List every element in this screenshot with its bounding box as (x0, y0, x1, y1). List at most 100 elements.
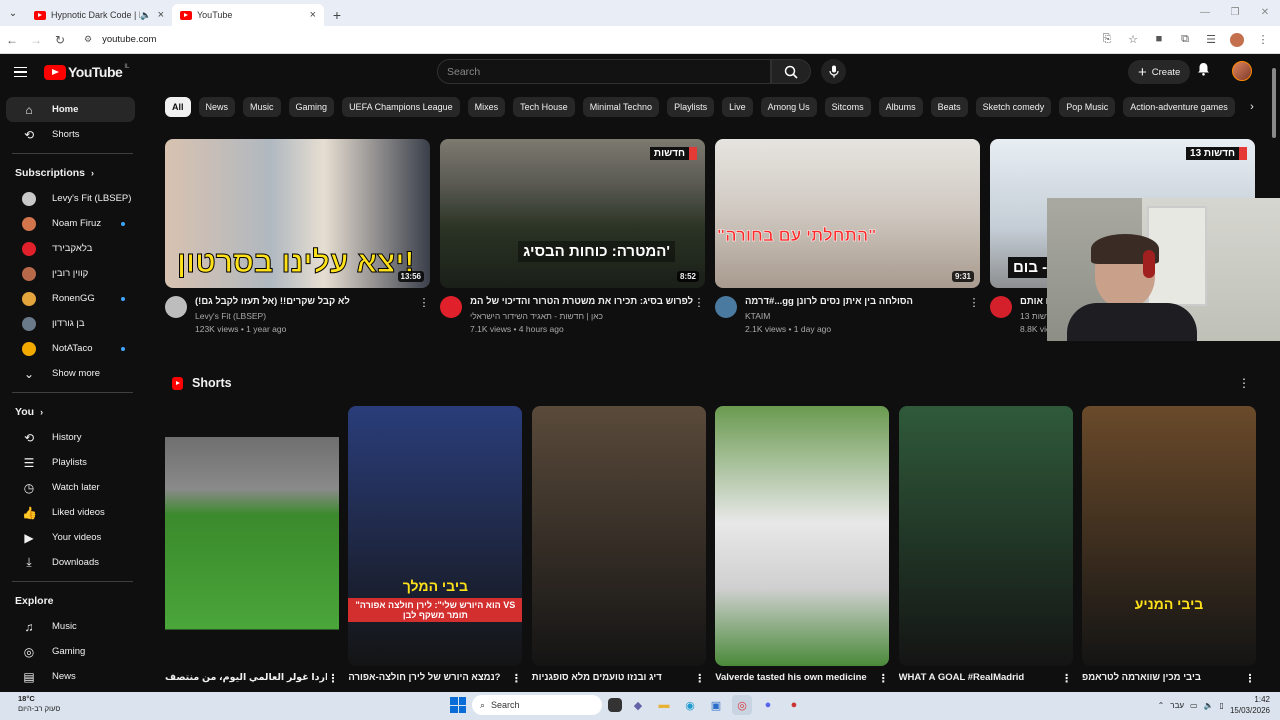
windows-start-icon[interactable] (450, 697, 466, 713)
channel-avatar[interactable] (715, 296, 737, 318)
short-title[interactable]: Valverde tasted his own medicine (715, 672, 877, 685)
video-title[interactable]: לא קבל שקרים!! (אל תעזו לקבל גם!) (195, 296, 418, 308)
sidebar-item-downloads[interactable]: ⤓ Downloads (6, 550, 135, 575)
filter-chip[interactable]: Among Us (760, 97, 817, 117)
tab-search-icon[interactable]: ⌄ (0, 0, 26, 26)
filter-chip[interactable]: Pop Music (1059, 97, 1116, 117)
minimize-icon[interactable]: — (1190, 0, 1220, 26)
more-options-icon[interactable]: ⋮ (877, 672, 889, 685)
page-scrollbar[interactable] (1272, 62, 1278, 682)
sidebar-item-shorts[interactable]: ⟲ Shorts (6, 122, 135, 147)
sidebar-item-history[interactable]: ⟲ History (6, 425, 135, 450)
short-thumbnail[interactable]: ביבי המניע (1082, 406, 1256, 666)
channel-avatar[interactable] (440, 296, 462, 318)
short-title[interactable]: נמצא היורש של לירן חולצה-אפורה? (348, 672, 510, 685)
url-field[interactable]: ⚙ youtube.com (78, 30, 1096, 50)
sidebar-item-news[interactable]: ▤ News (6, 664, 135, 689)
language-indicator[interactable]: עבר (1170, 701, 1184, 710)
sidebar-item-watch-later[interactable]: ◷ Watch later (6, 475, 135, 500)
more-options-icon[interactable]: ⋮ (693, 296, 705, 334)
forward-icon[interactable]: → (24, 33, 48, 47)
short-title[interactable]: ביבי מכין שווארמה לטראמפ (1082, 672, 1244, 685)
short-card[interactable]: WHAT A GOAL #RealMadrid ⋮ (898, 406, 1073, 685)
browser-tab[interactable]: Hypnotic Dark Code | Futur 🔈 × (26, 4, 172, 26)
filter-chip[interactable]: Live (722, 97, 753, 117)
clock[interactable]: 1:42 15/03/2026 (1230, 694, 1270, 716)
back-icon[interactable]: ← (0, 33, 24, 47)
sidebar-subscription[interactable]: Noam Firuz (6, 211, 135, 236)
sidebar-item-your-videos[interactable]: ▶ Your videos (6, 525, 135, 550)
sidebar-subscription[interactable]: NotATaco (6, 336, 135, 361)
short-thumbnail[interactable] (531, 406, 706, 666)
search-button[interactable] (771, 59, 811, 84)
install-app-icon[interactable]: ⎘ (1096, 33, 1118, 47)
filter-chip[interactable]: Mixes (467, 97, 506, 117)
filter-chip[interactable]: Music (243, 97, 281, 117)
more-options-icon[interactable]: ⋮ (510, 672, 522, 685)
chrome-icon[interactable]: ◎ (732, 695, 752, 715)
sidebar-item-liked-videos[interactable]: 👍 Liked videos (6, 500, 135, 525)
short-thumbnail[interactable] (715, 406, 890, 666)
channel-avatar[interactable] (165, 296, 187, 318)
sidebar-subscription[interactable]: Levy's Fit (LBSEP) (6, 186, 135, 211)
volume-icon[interactable]: 🔈 (1204, 701, 1214, 710)
teams-icon[interactable]: ◆ (628, 695, 648, 715)
filter-chip[interactable]: Minimal Techno (582, 97, 660, 117)
battery-icon[interactable]: ▯ (1220, 701, 1224, 710)
tab-list-icon[interactable]: ☰ (1200, 33, 1222, 47)
network-icon[interactable]: ▭ (1190, 701, 1198, 710)
filter-chip[interactable]: Albums (878, 97, 923, 117)
short-card[interactable]: هدف اردا غولر العالمي اليوم، من منتصف⋮ (165, 406, 339, 685)
search-input[interactable]: Search (437, 59, 771, 84)
extensions-puzzle-icon[interactable]: ⧉ (1174, 33, 1196, 47)
sidebar-item-music[interactable]: ♫ Music (6, 614, 135, 639)
sidebar-item-playlists[interactable]: ☰ Playlists (6, 450, 135, 475)
filter-chip[interactable]: Playlists (667, 97, 715, 117)
shorts-more-options-icon[interactable]: ⋮ (1238, 376, 1250, 390)
filter-chip[interactable]: Sketch comedy (975, 97, 1052, 117)
more-options-icon[interactable]: ⋮ (327, 672, 339, 685)
short-thumbnail[interactable] (165, 406, 339, 666)
channel-avatar[interactable] (990, 296, 1012, 318)
short-thumbnail[interactable]: ביבי המלך "הוא היורש שלי": לירן חולצה אפו… (348, 406, 523, 666)
channel-name[interactable]: KTAIM (745, 311, 968, 321)
filter-chip[interactable]: UEFA Champions League (342, 97, 460, 117)
weather-widget[interactable]: 18°C סעוק רב-היום (18, 694, 60, 714)
short-thumbnail[interactable] (898, 406, 1073, 666)
more-options-icon[interactable]: ⋮ (1244, 672, 1256, 685)
more-options-icon[interactable]: ⋮ (418, 296, 430, 334)
hamburger-menu-icon[interactable] (14, 66, 36, 78)
channel-name[interactable]: Levy's Fit (LBSEP) (195, 311, 418, 321)
show-more-button[interactable]: ⌄ Show more (6, 361, 135, 386)
short-card[interactable]: דיג ובנזו טועמים מלא סופגניות ⋮ (531, 406, 706, 685)
filter-chip[interactable]: All (165, 97, 191, 117)
edge-icon[interactable]: ◉ (680, 695, 700, 715)
filter-chip[interactable]: Gaming (288, 97, 335, 117)
video-title[interactable]: הסולחה בין איתן נסים לרונן gg...#דרמה (745, 296, 968, 308)
sidebar-item-home[interactable]: ⌂ Home (6, 97, 135, 122)
more-options-icon[interactable]: ⋮ (968, 296, 980, 334)
short-title[interactable]: דיג ובנזו טועמים מלא סופגניות (532, 672, 694, 685)
close-window-icon[interactable]: ✕ (1250, 0, 1280, 26)
file-explorer-icon[interactable]: ▬ (654, 695, 674, 715)
taskbar-search[interactable]: ⌕ Search (472, 695, 602, 715)
more-options-icon[interactable]: ⋮ (694, 672, 706, 685)
video-title[interactable]: לפרוש בסיג: תכירו את משטרת הטרור והדיכוי… (470, 296, 693, 308)
youtube-logo[interactable]: YouTube IL (44, 64, 129, 80)
speaker-icon[interactable]: 🔈 (140, 10, 151, 21)
sidebar-subscription[interactable]: בלאקבירד (6, 236, 135, 261)
video-card[interactable]: "התחלתי עם בחורה" 9:31 הסולחה בין איתן נסי… (715, 139, 980, 334)
bookmark-star-icon[interactable]: ☆ (1122, 33, 1144, 47)
short-title[interactable]: هدف اردا غولر العالمي اليوم، من منتصف (165, 672, 327, 685)
video-thumbnail[interactable]: "התחלתי עם בחורה" 9:31 (715, 139, 980, 288)
new-tab-icon[interactable]: + (324, 4, 350, 26)
discord-icon[interactable]: ● (758, 695, 778, 715)
close-tab-icon[interactable]: × (158, 9, 164, 21)
filter-chip[interactable]: Sitcoms (824, 97, 871, 117)
app-icon[interactable]: ● (784, 695, 804, 715)
notifications-bell-icon[interactable] (1197, 62, 1210, 79)
video-card[interactable]: המטרה: כוחות הבסיג' חדשות 8:52 לפרוש בסיג: … (440, 139, 705, 334)
video-thumbnail[interactable]: המטרה: כוחות הבסיג' חדשות 8:52 (440, 139, 705, 288)
video-card[interactable]: יצא עלינו בסרטון! 13:56 לא קבל שקרים!! (אל… (165, 139, 430, 334)
short-card[interactable]: ביבי המניע ביבי מכין שווארמה לטראמפ ⋮ (1082, 406, 1256, 685)
